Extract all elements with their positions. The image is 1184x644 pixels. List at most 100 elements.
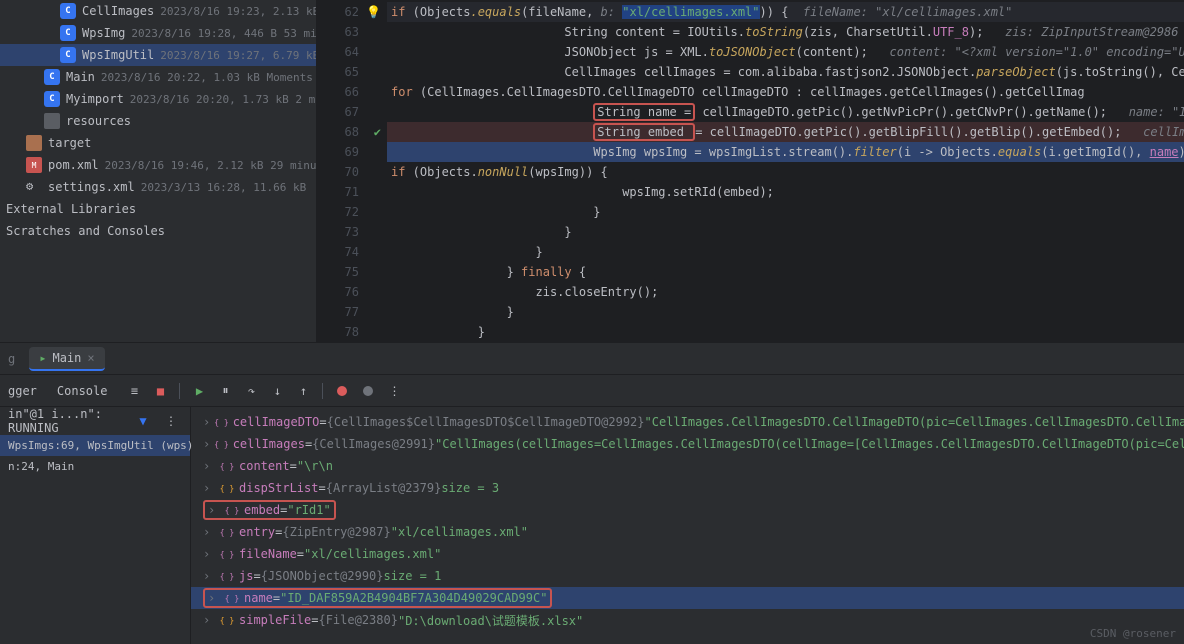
expand-icon[interactable]: › <box>203 459 215 473</box>
tree-item-selected[interactable]: CWpsImgUtil2023/8/16 19:27, 6.79 kB 2 mi… <box>0 44 316 66</box>
variable-row[interactable]: ›{ }name = "ID_DAF859A2B4904BF7A304D4902… <box>191 587 1184 609</box>
expand-icon[interactable]: › <box>208 503 220 517</box>
var-eq: = <box>290 459 297 473</box>
variable-row[interactable]: ›{ }cellImages = {CellImages@2991} "Cell… <box>191 433 1184 455</box>
var-type-icon: { } <box>214 415 228 429</box>
output-icon[interactable]: ≡ <box>123 380 145 402</box>
step-out-button[interactable]: ↑ <box>292 380 314 402</box>
tree-item[interactable]: target <box>0 132 316 154</box>
t: JSONObject js = XML. <box>391 45 709 59</box>
code-line[interactable]: } <box>387 322 1184 342</box>
expand-icon[interactable]: › <box>203 525 215 539</box>
variable-row[interactable]: ›{ }content = "\r\n <box>191 455 1184 477</box>
expand-icon[interactable]: › <box>203 613 215 627</box>
step-over-button[interactable]: ↷ <box>240 380 262 402</box>
code-line[interactable]: if (Objects.nonNull(wpsImg)) { <box>387 162 1184 182</box>
var-eq: = <box>311 613 318 627</box>
file-name: settings.xml <box>48 180 135 194</box>
step-into-button[interactable]: ↓ <box>266 380 288 402</box>
code-line[interactable]: wpsImg.setRId(embed); <box>387 182 1184 202</box>
code-line[interactable]: for (CellImages.CellImagesDTO.CellImageD… <box>387 82 1184 102</box>
var-type-icon: { } <box>219 481 235 495</box>
var-name: content <box>239 459 290 473</box>
variable-row[interactable]: ›{ }embed = "rId1" <box>191 499 1184 521</box>
line-num: 78 <box>345 325 359 339</box>
var-eq: = <box>305 437 312 451</box>
expand-icon[interactable]: › <box>208 591 220 605</box>
variable-row[interactable]: ›{ }entry = {ZipEntry@2987} "xl/cellimag… <box>191 521 1184 543</box>
code-line[interactable]: } <box>387 222 1184 242</box>
xml-icon: M <box>26 157 42 173</box>
expand-icon[interactable]: › <box>203 569 215 583</box>
code-line[interactable]: zis.closeEntry(); <box>387 282 1184 302</box>
code-line[interactable]: } finally { <box>387 262 1184 282</box>
t: (Objects. <box>405 165 477 179</box>
code-line[interactable]: String content = IOUtils.toString(zis, C… <box>387 22 1184 42</box>
tree-item[interactable]: CMyimport2023/8/16 20:20, 1.73 kB 2 minu… <box>0 88 316 110</box>
tree-item[interactable]: ⚙settings.xml2023/3/13 16:28, 11.66 kB <box>0 176 316 198</box>
pause-button[interactable]: ⏸ <box>214 380 236 402</box>
var-value: "CellImages(cellImages=CellImages.CellIm… <box>435 437 1184 451</box>
tree-item[interactable]: External Libraries <box>0 198 316 220</box>
code-line[interactable]: } <box>387 242 1184 262</box>
variable-row[interactable]: ›{ }fileName = "xl/cellimages.xml" <box>191 543 1184 565</box>
filter-icon[interactable]: ▼ <box>132 410 154 432</box>
line-num: 77 <box>345 305 359 319</box>
breakpoints-button[interactable] <box>331 380 353 402</box>
line-num: 64 <box>345 45 359 59</box>
tree-item[interactable]: CCellImages2023/8/16 19:23, 2.13 kB 58 m… <box>0 0 316 22</box>
var-eq: = <box>253 569 260 583</box>
variable-row[interactable]: ›{ }simpleFile = {File@2380} "D:\downloa… <box>191 609 1184 631</box>
stack-frame[interactable]: WpsImgs:69, WpsImgUtil (wps) <box>0 435 190 456</box>
expand-icon[interactable]: › <box>203 481 215 495</box>
expand-icon[interactable]: › <box>203 437 210 451</box>
more-button[interactable]: ⋮ <box>383 380 405 402</box>
t: } <box>391 305 514 319</box>
t: zis.closeEntry(); <box>391 285 658 299</box>
t: name: "ID_DAF859A2B49 <box>1107 105 1184 119</box>
thread-selector[interactable]: in"@1 i...n": RUNNING <box>8 407 132 435</box>
bulb-icon[interactable]: 💡 <box>366 5 381 19</box>
var-value: "\r\n <box>297 459 333 473</box>
variable-row[interactable]: ›{ }js = {JSONObject@2990} size = 1 <box>191 565 1184 587</box>
expand-icon[interactable]: › <box>203 415 210 429</box>
mute-breakpoints-button[interactable] <box>357 380 379 402</box>
more-icon[interactable]: ⋮ <box>160 410 182 432</box>
var-value: "xl/cellimages.xml" <box>391 525 528 539</box>
line-num: 62 <box>345 5 359 19</box>
variable-row[interactable]: ›{ }dispStrList = {ArrayList@2379} size … <box>191 477 1184 499</box>
code-line-exec[interactable]: WpsImg wpsImg = wpsImgList.stream().filt… <box>387 142 1184 162</box>
project-tree[interactable]: CCellImages2023/8/16 19:23, 2.13 kB 58 m… <box>0 0 317 342</box>
code-line[interactable]: String embed = cellImageDTO.getPic().get… <box>387 122 1184 142</box>
code-line[interactable]: CellImages cellImages = com.alibaba.fast… <box>387 62 1184 82</box>
file-name: Main <box>66 70 95 84</box>
debugger-tab[interactable]: gger <box>8 384 37 398</box>
resume-button[interactable]: ▶ <box>188 380 210 402</box>
folder-icon <box>26 135 42 151</box>
stack-frame[interactable]: n:24, Main <box>0 456 190 477</box>
code-line[interactable]: if (Objects.equals(fileName, b: "xl/cell… <box>387 2 1184 22</box>
variable-row[interactable]: ›{ }cellImageDTO = {CellImages$CellImage… <box>191 411 1184 433</box>
tab-g[interactable]: g <box>8 352 15 366</box>
tree-item[interactable]: resources <box>0 110 316 132</box>
var-type-icon: { } <box>219 525 235 539</box>
code-editor[interactable]: 62💡 63 64 65 66 67 68✔ 69 70 71 72 73 74… <box>317 0 1184 342</box>
console-tab[interactable]: Console <box>57 384 108 398</box>
t: = cellImageDTO.getPic().getBlipFill().ge… <box>695 125 1121 139</box>
tree-item[interactable]: CMain2023/8/16 20:22, 1.03 kB Moments ag… <box>0 66 316 88</box>
line-num: 75 <box>345 265 359 279</box>
t: "xl/cellimages.xml" <box>622 5 759 19</box>
code-area[interactable]: if (Objects.equals(fileName, b: "xl/cell… <box>387 0 1184 342</box>
code-line[interactable]: } <box>387 202 1184 222</box>
code-line[interactable]: JSONObject js = XML.toJSONObject(content… <box>387 42 1184 62</box>
run-tab-main[interactable]: ▸Main× <box>29 347 104 371</box>
tree-item[interactable]: Scratches and Consoles <box>0 220 316 242</box>
var-eq: = <box>273 591 280 605</box>
stop-button[interactable]: ■ <box>149 380 171 402</box>
tree-item[interactable]: CWpsImg2023/8/16 19:28, 446 B 53 minutes <box>0 22 316 44</box>
code-line[interactable]: String name = cellImageDTO.getPic().getN… <box>387 102 1184 122</box>
code-line[interactable]: } <box>387 302 1184 322</box>
expand-icon[interactable]: › <box>203 547 215 561</box>
close-icon[interactable]: × <box>87 351 94 365</box>
tree-item[interactable]: Mpom.xml2023/8/16 19:46, 2.12 kB 29 minu… <box>0 154 316 176</box>
